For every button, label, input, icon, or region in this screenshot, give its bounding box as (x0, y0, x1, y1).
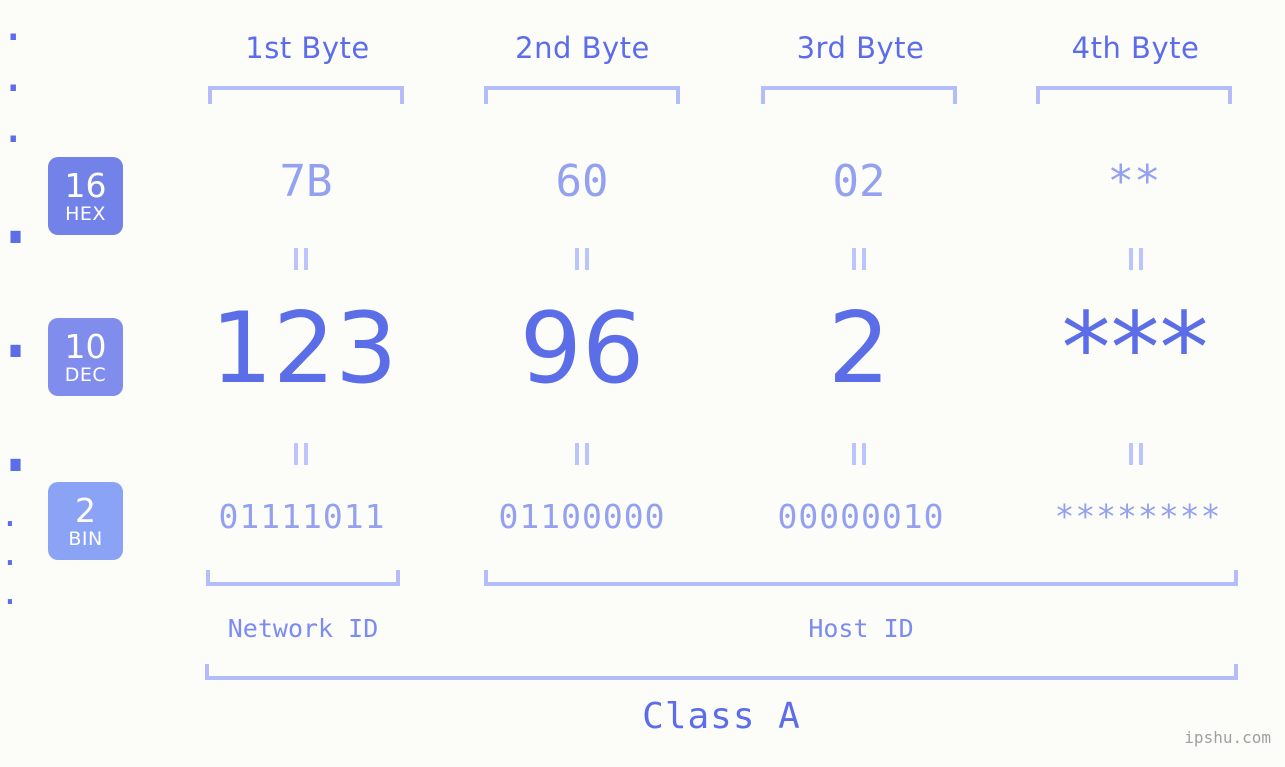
bin-byte-3: 00000010 (777, 497, 945, 536)
network-id-label: Network ID (227, 614, 379, 643)
equals-mark-dec-bin-2 (575, 443, 589, 465)
equals-mark-hex-dec-1 (294, 248, 308, 270)
ip-breakdown-diagram: 1st Byte 2nd Byte 3rd Byte 4th Byte 16 H… (0, 0, 1285, 767)
dec-byte-1: 123 (210, 292, 398, 406)
base-badge-dec: 10 DEC (48, 318, 123, 396)
dec-dot-3: . (0, 381, 32, 495)
bin-row: 01111011 . 01100000 . 00000010 . *******… (0, 495, 1285, 612)
base-badge-hex-number: 16 (64, 165, 107, 205)
hex-byte-4-masked: ** (1107, 156, 1161, 207)
equals-mark-dec-bin-4 (1129, 443, 1143, 465)
equals-mark-hex-dec-2 (575, 248, 589, 270)
base-badge-dec-number: 10 (64, 326, 107, 366)
class-label: Class A (642, 696, 801, 737)
hex-byte-2: 60 (555, 156, 609, 207)
equals-mark-dec-bin-1 (294, 443, 308, 465)
equals-mark-dec-bin-3 (852, 443, 866, 465)
dec-row: 123 . 96 . 2 . *** (0, 153, 1285, 495)
network-id-bracket (206, 570, 400, 586)
hex-dot-2: . (0, 51, 27, 102)
hex-dot-1: . (0, 0, 27, 51)
hex-byte-1: 7B (279, 156, 333, 207)
host-id-bracket (484, 570, 1238, 586)
hex-row: 7B . 60 . 02 . ** (0, 0, 1285, 204)
byte-header-4: 4th Byte (1071, 31, 1200, 65)
dec-byte-2: 96 (519, 292, 645, 406)
bin-byte-4-masked: ******** (1054, 497, 1222, 536)
byte-header-3: 3rd Byte (796, 31, 925, 65)
base-badge-bin-name: BIN (68, 527, 103, 550)
dec-byte-3: 2 (827, 292, 891, 406)
host-id-label: Host ID (808, 614, 914, 643)
base-badge-dec-name: DEC (64, 363, 107, 386)
byte-header-2: 2nd Byte (515, 31, 650, 65)
byte-header-1: 1st Byte (245, 31, 370, 65)
base-badge-bin-number: 2 (75, 490, 96, 530)
class-bracket (205, 664, 1238, 680)
watermark: ipshu.com (1184, 728, 1271, 747)
hex-dot-3: . (0, 102, 27, 153)
bin-byte-1: 01111011 (218, 497, 386, 536)
bin-dot-3: . (0, 573, 20, 612)
equals-mark-hex-dec-3 (852, 248, 866, 270)
hex-byte-3: 02 (832, 156, 886, 207)
base-badge-hex-name: HEX (65, 202, 106, 225)
dec-byte-4-masked: *** (1061, 292, 1209, 406)
equals-mark-hex-dec-4 (1129, 248, 1143, 270)
byte-bracket-2 (484, 86, 680, 104)
byte-bracket-3 (761, 86, 957, 104)
byte-bracket-1 (208, 86, 404, 104)
bin-byte-2: 01100000 (498, 497, 666, 536)
base-badge-bin: 2 BIN (48, 482, 123, 560)
base-badge-hex: 16 HEX (48, 157, 123, 235)
byte-bracket-4 (1036, 86, 1232, 104)
